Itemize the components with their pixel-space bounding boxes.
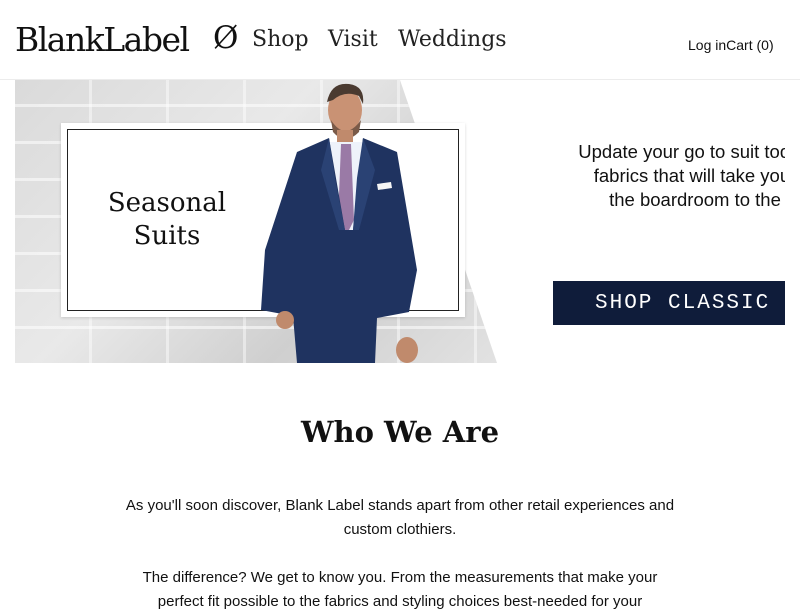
promo-line3: the boardroom to the bar. (609, 189, 785, 210)
about-paragraph-1: As you'll soon discover, Blank Label sta… (125, 497, 675, 538)
cart-link[interactable]: Cart (0) (726, 37, 773, 53)
model-photo (261, 83, 418, 363)
promo-line1: Update your go to suit today with (578, 141, 785, 162)
promo-panel: Update your go to suit today with fabric… (540, 130, 785, 330)
logo[interactable]: BlankLabel (15, 20, 190, 59)
nav-shop[interactable]: Shop (252, 27, 309, 52)
hero-title-line2: Suits (133, 221, 201, 251)
about-paragraph-2: The difference? We get to know you. From… (142, 569, 658, 610)
logo-mark-icon[interactable]: Ø (213, 20, 238, 56)
nav-weddings[interactable]: Weddings (398, 27, 507, 52)
promo-line2: fabrics that will take you from (593, 165, 785, 186)
shop-classic-suits-button[interactable]: SHOP CLASSIC SUITS (553, 281, 785, 325)
promo-text: Update your go to suit today with fabric… (553, 140, 785, 212)
about-title: Who We Are (300, 415, 500, 449)
hero-title: Seasonal Suits (67, 187, 267, 253)
nav-visit[interactable]: Visit (328, 27, 378, 52)
login-link[interactable]: Log in (688, 37, 726, 53)
account-links: Log inCart (0) (688, 37, 774, 53)
site-header: BlankLabel Ø Shop Visit Weddings Log inC… (0, 0, 800, 80)
hero-banner[interactable]: Seasonal Suits (15, 80, 497, 363)
hero-title-line1: Seasonal (107, 188, 227, 218)
